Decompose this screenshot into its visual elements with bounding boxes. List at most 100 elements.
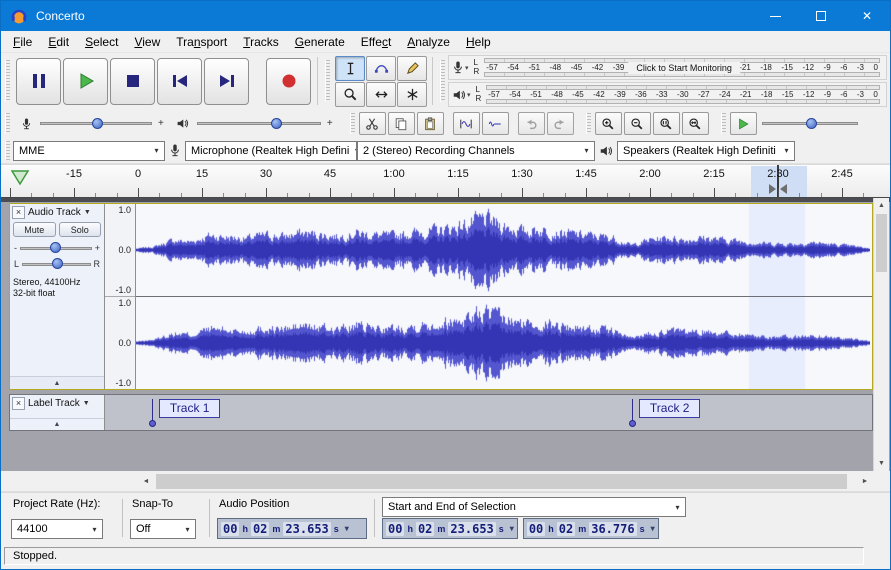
slider-thumb[interactable] (805, 118, 817, 129)
toolbar-grip[interactable] (5, 141, 10, 160)
gain-slider[interactable] (20, 241, 92, 255)
envelope-tool-button[interactable] (366, 55, 396, 81)
recording-volume-slider[interactable] (40, 116, 152, 131)
record-button[interactable] (266, 57, 311, 105)
collapse-track-button[interactable]: ▲ (10, 376, 104, 389)
selection-end-field[interactable]: 00 h 02 m 36.776 s ▾ (522, 518, 659, 539)
stop-button[interactable] (110, 57, 155, 105)
chevron-down-icon[interactable]: ▾ (342, 524, 349, 533)
chevron-down-icon[interactable]: ▾ (180, 525, 195, 534)
playback-volume-slider[interactable] (196, 116, 321, 131)
menu-view[interactable]: View (126, 32, 168, 52)
selection-tool-button[interactable] (335, 55, 365, 81)
skip-to-start-button[interactable] (157, 57, 202, 105)
chevron-down-icon[interactable]: ▾ (507, 524, 514, 533)
playback-meter-body[interactable]: -57 -54 -51 -48 -45 -42 -39 -36 -33 -30 -27 -24 -21-… (484, 83, 886, 106)
chevron-down-icon[interactable]: ▾ (648, 524, 655, 533)
chevron-down-icon[interactable]: ▾ (87, 525, 102, 534)
horizontal-scrollbar[interactable]: ◄ ► (138, 473, 873, 490)
collapse-track-button[interactable]: ▲ (10, 418, 104, 430)
time-seconds[interactable]: 23.653 (283, 521, 331, 536)
time-seconds[interactable]: 36.776 (589, 521, 637, 536)
menu-transport[interactable]: Transport (168, 32, 235, 52)
toolbar-grip[interactable] (585, 112, 591, 135)
trim-button[interactable] (452, 112, 480, 135)
scrollbar-thumb[interactable] (156, 474, 847, 489)
label-text[interactable]: Track 2 (638, 399, 701, 418)
label-knob[interactable] (628, 420, 636, 427)
menu-analyze[interactable]: Analyze (399, 32, 458, 52)
label-knob[interactable] (148, 420, 156, 427)
slider-thumb[interactable] (92, 118, 103, 129)
timeline-ruler[interactable]: -15 0 15 30 45 1:00 1:15 1:30 1:45 2:00 2:15 2:30 2:… (1, 164, 890, 198)
time-minutes[interactable]: 02 (556, 521, 576, 536)
play-button[interactable] (63, 57, 108, 105)
zoom-out-button[interactable] (623, 112, 651, 135)
selection-mode-combo[interactable]: Start and End of Selection ▾ (382, 497, 686, 517)
playback-meter[interactable]: ▾ L R -57 -54 -51 -48 -45 -42 -39 -36 -33 -30 -27-… (448, 82, 887, 107)
zoom-in-button[interactable] (594, 112, 622, 135)
play-speed-slider[interactable] (761, 116, 858, 131)
slider-thumb[interactable] (52, 258, 64, 269)
close-track-button[interactable]: × (12, 397, 25, 410)
pause-button[interactable] (16, 57, 61, 105)
zoom-tool-button[interactable] (335, 81, 365, 107)
vertical-scrollbar[interactable]: ▲ ▼ (873, 198, 889, 471)
time-hours[interactable]: 00 (386, 521, 405, 536)
pan-slider[interactable] (22, 257, 91, 271)
draw-tool-button[interactable] (397, 55, 427, 81)
waveform-canvas-left[interactable] (136, 204, 870, 296)
recording-meter-body[interactable]: -57-54-51-48-45-42-39-36-33-30-27-24-21-… (482, 56, 886, 79)
toolbar-grip[interactable] (720, 112, 726, 135)
toolbar-grip[interactable] (5, 112, 10, 135)
recording-meter[interactable]: ▾ L R -57-54-51-48-45-42-39-36-33-30-27-… (448, 55, 887, 80)
label-text[interactable]: Track 1 (158, 399, 221, 418)
menu-select[interactable]: Select (77, 32, 126, 52)
menu-generate[interactable]: Generate (287, 32, 353, 52)
cut-button[interactable] (358, 112, 386, 135)
monitoring-overlay[interactable]: Click to Start Monitoring (628, 61, 740, 74)
maximize-button[interactable] (798, 1, 844, 31)
scroll-up-button[interactable]: ▲ (874, 198, 889, 213)
chevron-down-icon[interactable]: ▾ (670, 503, 685, 512)
chevron-down-icon[interactable]: ▾ (579, 146, 594, 155)
toolbar-grip[interactable] (325, 60, 330, 102)
audio-position-field[interactable]: 00 h 02 m 23.653 s ▾ (217, 518, 367, 539)
chevron-down-icon[interactable]: ▾ (779, 146, 794, 155)
timeshift-tool-button[interactable] (366, 81, 396, 107)
time-minutes[interactable]: 02 (250, 521, 270, 536)
close-track-button[interactable]: × (12, 206, 25, 219)
selection-start-field[interactable]: 00 h 02 m 23.653 s ▾ (382, 518, 518, 539)
chevron-down-icon[interactable]: ▾ (149, 146, 164, 155)
solo-button[interactable]: Solo (58, 222, 101, 237)
scroll-left-button[interactable]: ◄ (138, 473, 154, 490)
menu-help[interactable]: Help (458, 32, 499, 52)
scroll-down-button[interactable]: ▼ (874, 456, 889, 471)
zoom-selection-button[interactable] (652, 112, 680, 135)
recording-channels-combo[interactable]: 2 (Stereo) Recording Channels ▾ (357, 140, 595, 161)
track-title-menu[interactable]: Audio Track ▼ (28, 207, 91, 218)
toolbar-grip[interactable] (349, 112, 355, 135)
waveform-canvas-right[interactable] (136, 297, 870, 389)
host-combo[interactable]: MME ▾ (13, 140, 165, 161)
waveform-area[interactable] (136, 204, 872, 389)
scrollbar-track[interactable] (154, 473, 857, 490)
playhead-left-handle[interactable] (769, 184, 776, 194)
quickplay-triangle-icon[interactable] (10, 170, 30, 186)
menu-effect[interactable]: Effect (353, 32, 399, 52)
multi-tool-button[interactable] (397, 81, 427, 107)
playback-device-combo[interactable]: Speakers (Realtek High Definiti ▾ (617, 140, 795, 161)
slider-thumb[interactable] (50, 242, 61, 253)
undo-button[interactable] (517, 112, 545, 135)
menu-file[interactable]: File (5, 32, 40, 52)
label-track-area[interactable]: Track 1 Track 2 (105, 395, 872, 430)
toolbar-grip[interactable] (440, 60, 445, 102)
close-button[interactable]: ✕ (844, 1, 890, 31)
redo-button[interactable] (546, 112, 574, 135)
mute-button[interactable]: Mute (13, 222, 56, 237)
play-at-speed-button[interactable] (729, 112, 757, 135)
chevron-down-icon[interactable]: ▾ (349, 146, 356, 155)
skip-to-end-button[interactable] (204, 57, 249, 105)
track-title-menu[interactable]: Label Track ▼ (28, 398, 90, 409)
minimize-button[interactable] (752, 1, 798, 31)
